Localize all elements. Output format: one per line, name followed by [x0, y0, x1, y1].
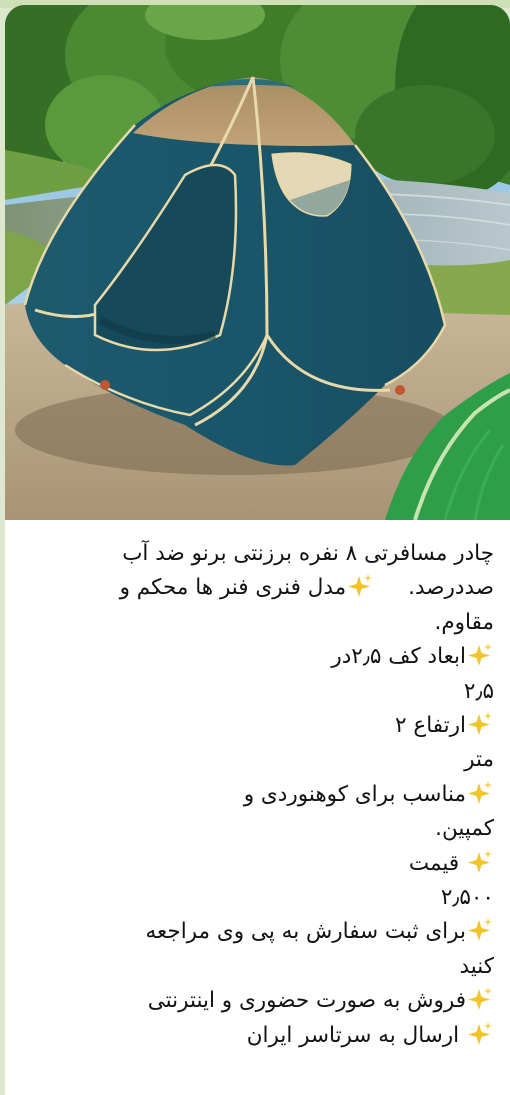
message-bubble: چادر مسافرتی ۸ نفره برزنتی برنو ضد آب صد… — [5, 5, 510, 1095]
caption-line-1: چادر مسافرتی ۸ نفره برزنتی برنو ضد آب — [122, 541, 494, 566]
caption-line-12-text: برای ثبت سفارش به پی وی مراجعه — [145, 919, 466, 945]
sparkles-icon — [466, 780, 494, 806]
tent-photo-illustration — [5, 5, 510, 520]
caption-line-2: صددرصد. مدل فنری فنر ها محکم و — [36, 571, 494, 605]
caption-line-3: مقاوم. — [434, 609, 494, 635]
caption-line-10: قیمت — [36, 847, 494, 881]
sparkles-icon — [466, 642, 494, 668]
sparkles-icon — [466, 1021, 494, 1047]
sparkles-icon — [466, 711, 494, 737]
caption-line-6: ارتفاع ۲ — [36, 709, 494, 743]
caption-line-15: ارسال به سرتاسر ایران — [36, 1019, 494, 1053]
sparkles-icon — [346, 573, 374, 599]
message-caption: چادر مسافرتی ۸ نفره برزنتی برنو ضد آب صد… — [36, 537, 494, 1053]
caption-line-2-start: صددرصد. — [408, 575, 494, 601]
caption-line-11: ۲٫۵۰۰ — [440, 885, 494, 911]
sparkles-icon — [466, 986, 494, 1012]
sparkles-icon — [466, 917, 494, 943]
caption-line-6-text: ارتفاع ۲ — [395, 713, 466, 739]
caption-line-15-text: ارسال به سرتاسر ایران — [246, 1022, 460, 1048]
caption-line-8-text: مناسب برای کوهنوردی و — [243, 781, 466, 807]
caption-line-12: برای ثبت سفارش به پی وی مراجعه — [36, 915, 494, 949]
tent-photo[interactable] — [5, 5, 510, 520]
caption-line-14-text: فروش به صورت حضوری و اینترنتی — [147, 988, 466, 1014]
caption-line-4: ابعاد کف ۲٫۵در — [36, 640, 494, 674]
caption-line-8: مناسب برای کوهنوردی و — [36, 778, 494, 812]
caption-line-2-end: مدل فنری فنر ها محکم و — [119, 575, 347, 601]
caption-line-13: کنید — [459, 953, 495, 979]
caption-line-5: ۲٫۵ — [463, 678, 494, 704]
caption-line-7: متر — [464, 747, 494, 773]
caption-line-9: کمپین. — [435, 816, 494, 842]
caption-line-14: فروش به صورت حضوری و اینترنتی — [36, 984, 494, 1018]
caption-line-10-text: قیمت — [408, 850, 460, 876]
caption-line-4-text: ابعاد کف ۲٫۵در — [331, 644, 466, 670]
sparkles-icon — [466, 849, 494, 875]
